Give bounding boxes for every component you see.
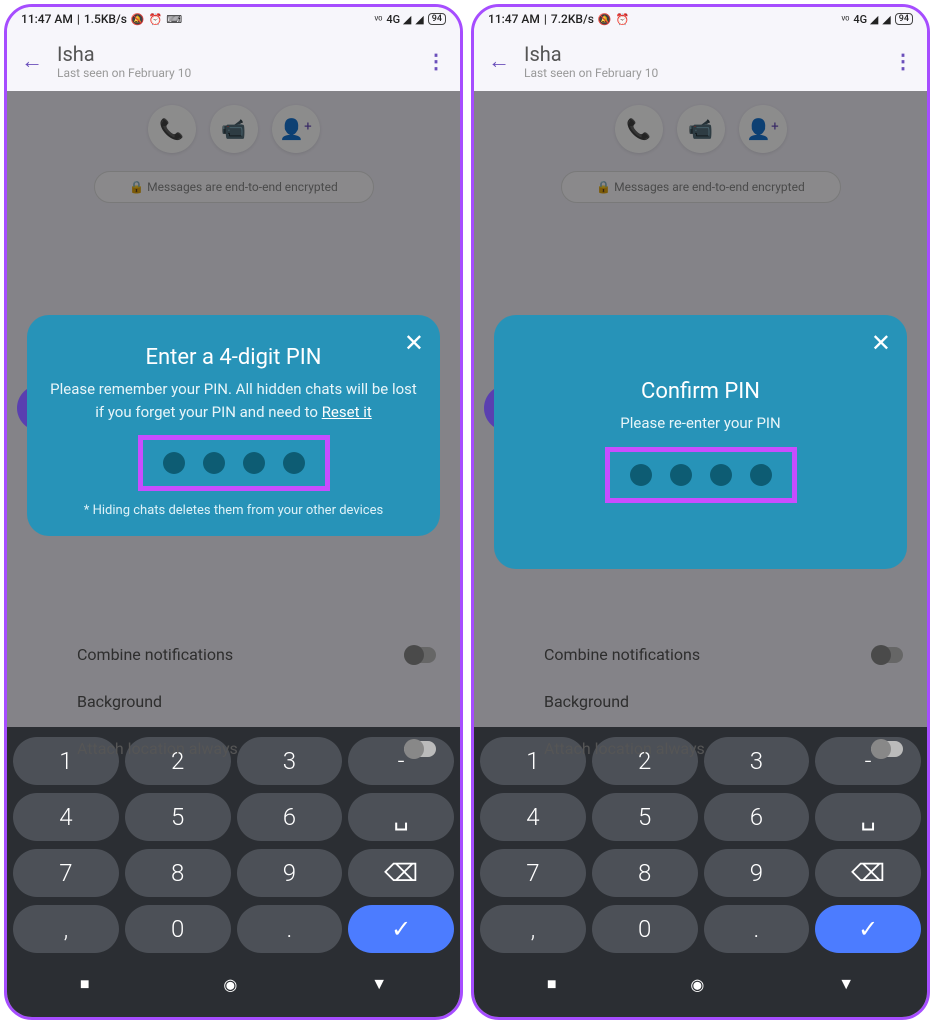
key-space[interactable]: ␣ bbox=[348, 793, 454, 841]
pin-dialog: ✕ Enter a 4-digit PIN Please remember yo… bbox=[27, 315, 440, 536]
pin-dot bbox=[670, 464, 692, 486]
chat-body: 📞 📹 👤⁺ 🔒 Messages are end-to-end encrypt… bbox=[7, 91, 460, 727]
pin-dot bbox=[750, 464, 772, 486]
nav-home-icon[interactable]: ◉ bbox=[223, 975, 237, 994]
dialog-description: Please re-enter your PIN bbox=[516, 412, 885, 435]
key-6[interactable]: 6 bbox=[704, 793, 810, 841]
setting-label: Attach location always bbox=[77, 739, 238, 758]
pin-dot bbox=[243, 452, 265, 474]
status-speed: 1.5KB/s bbox=[84, 12, 127, 26]
close-icon[interactable]: ✕ bbox=[871, 329, 891, 357]
key-confirm[interactable]: ✓ bbox=[348, 905, 454, 953]
pin-dot bbox=[710, 464, 732, 486]
dialog-footnote: * Hiding chats deletes them from your ot… bbox=[49, 503, 418, 518]
pin-dot bbox=[203, 452, 225, 474]
network-icon: 4G ◢ bbox=[853, 13, 878, 26]
alarm-icon: ⏰ bbox=[616, 13, 630, 26]
key-5[interactable]: 5 bbox=[125, 793, 231, 841]
volte-icon: ᵛᵒ bbox=[375, 13, 383, 26]
pin-dot bbox=[630, 464, 652, 486]
chat-header: ← Isha Last seen on February 10 ⋮ bbox=[474, 31, 927, 91]
signal-icon: ◢ bbox=[415, 13, 423, 26]
keyboard-icon: ⌨ bbox=[166, 13, 182, 26]
more-options-button[interactable]: ⋮ bbox=[893, 49, 913, 73]
last-seen: Last seen on February 10 bbox=[524, 66, 879, 80]
key-7[interactable]: 7 bbox=[480, 849, 586, 897]
key-0[interactable]: 0 bbox=[592, 905, 698, 953]
dnd-icon: 🔕 bbox=[131, 13, 145, 26]
key-backspace[interactable]: ⌫ bbox=[815, 849, 921, 897]
toggle-switch[interactable] bbox=[871, 741, 903, 757]
status-time: 11:47 AM bbox=[21, 12, 73, 26]
key-6[interactable]: 6 bbox=[237, 793, 343, 841]
volte-icon: ᵛᵒ bbox=[842, 13, 850, 26]
reset-link[interactable]: Reset it bbox=[322, 403, 372, 421]
key-4[interactable]: 4 bbox=[13, 793, 119, 841]
nav-recent-icon[interactable]: ■ bbox=[547, 974, 557, 994]
android-navbar: ■ ◉ ▼ bbox=[13, 961, 454, 1007]
key-comma[interactable]: , bbox=[13, 905, 119, 953]
dialog-description: Please remember your PIN. All hidden cha… bbox=[49, 378, 418, 423]
key-9[interactable]: 9 bbox=[237, 849, 343, 897]
key-backspace[interactable]: ⌫ bbox=[348, 849, 454, 897]
pin-input-highlight[interactable] bbox=[138, 435, 330, 491]
alarm-icon: ⏰ bbox=[149, 13, 163, 26]
phone-screen-2: 11:47 AM | 7.2KB/s 🔕 ⏰ ᵛᵒ 4G ◢ ◢ 94 ← Is… bbox=[471, 4, 930, 1020]
key-space[interactable]: ␣ bbox=[815, 793, 921, 841]
contact-name: Isha bbox=[57, 42, 412, 66]
setting-label: Attach location always bbox=[544, 739, 705, 758]
battery-indicator: 94 bbox=[428, 13, 446, 25]
status-speed: 7.2KB/s bbox=[551, 12, 594, 26]
dnd-icon: 🔕 bbox=[598, 13, 612, 26]
pin-dot bbox=[283, 452, 305, 474]
key-8[interactable]: 8 bbox=[592, 849, 698, 897]
phone-screen-1: 11:47 AM | 1.5KB/s 🔕 ⏰ ⌨ ᵛᵒ 4G ◢ ◢ 94 ← … bbox=[4, 4, 463, 1020]
status-bar: 11:47 AM | 7.2KB/s 🔕 ⏰ ᵛᵒ 4G ◢ ◢ 94 bbox=[474, 7, 927, 31]
nav-back-icon[interactable]: ▼ bbox=[838, 974, 854, 994]
more-options-button[interactable]: ⋮ bbox=[426, 49, 446, 73]
nav-back-icon[interactable]: ▼ bbox=[371, 974, 387, 994]
back-button[interactable]: ← bbox=[21, 48, 43, 74]
key-8[interactable]: 8 bbox=[125, 849, 231, 897]
signal-icon: ◢ bbox=[882, 13, 890, 26]
key-0[interactable]: 0 bbox=[125, 905, 231, 953]
key-confirm[interactable]: ✓ bbox=[815, 905, 921, 953]
back-button[interactable]: ← bbox=[488, 48, 510, 74]
setting-attach-location[interactable]: Attach location always bbox=[77, 725, 460, 772]
battery-indicator: 94 bbox=[895, 13, 913, 25]
setting-attach-location[interactable]: Attach location always bbox=[544, 725, 927, 772]
key-5[interactable]: 5 bbox=[592, 793, 698, 841]
key-4[interactable]: 4 bbox=[480, 793, 586, 841]
nav-home-icon[interactable]: ◉ bbox=[690, 975, 704, 994]
pin-dialog-confirm: ✕ Confirm PIN Please re-enter your PIN bbox=[494, 315, 907, 569]
key-period[interactable]: . bbox=[704, 905, 810, 953]
contact-name: Isha bbox=[524, 42, 879, 66]
key-9[interactable]: 9 bbox=[704, 849, 810, 897]
status-time: 11:47 AM bbox=[488, 12, 540, 26]
close-icon[interactable]: ✕ bbox=[404, 329, 424, 357]
nav-recent-icon[interactable]: ■ bbox=[80, 974, 90, 994]
key-period[interactable]: . bbox=[237, 905, 343, 953]
toggle-switch[interactable] bbox=[404, 741, 436, 757]
dialog-title: Confirm PIN bbox=[516, 379, 885, 404]
status-bar: 11:47 AM | 1.5KB/s 🔕 ⏰ ⌨ ᵛᵒ 4G ◢ ◢ 94 bbox=[7, 7, 460, 31]
pin-dot bbox=[163, 452, 185, 474]
chat-header: ← Isha Last seen on February 10 ⋮ bbox=[7, 31, 460, 91]
dialog-title: Enter a 4-digit PIN bbox=[49, 345, 418, 370]
key-comma[interactable]: , bbox=[480, 905, 586, 953]
android-navbar: ■ ◉ ▼ bbox=[480, 961, 921, 1007]
last-seen: Last seen on February 10 bbox=[57, 66, 412, 80]
pin-input-highlight[interactable] bbox=[605, 447, 797, 503]
chat-body: 📞 📹 👤⁺ 🔒 Messages are end-to-end encrypt… bbox=[474, 91, 927, 727]
key-7[interactable]: 7 bbox=[13, 849, 119, 897]
network-icon: 4G ◢ bbox=[386, 13, 411, 26]
